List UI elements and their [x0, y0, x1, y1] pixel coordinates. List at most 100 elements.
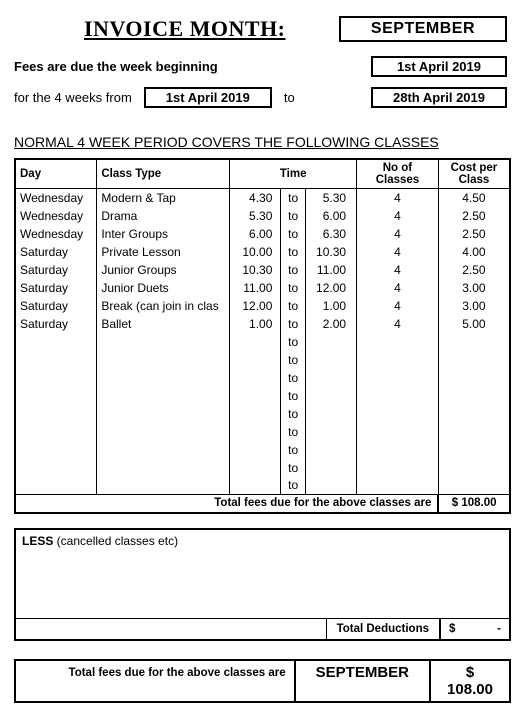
cell-time-start: 5.30 [230, 207, 281, 225]
cell-cost: 3.00 [438, 279, 510, 297]
table-row-empty: to [15, 441, 510, 459]
cell-to: to [281, 387, 306, 405]
deductions-row: Total Deductions $ - [16, 618, 509, 639]
cell-to: to [281, 405, 306, 423]
table-row-empty: to [15, 405, 510, 423]
cell-time-start: 11.00 [230, 279, 281, 297]
table-row: WednesdayModern & Tap4.30to5.3044.50 [15, 189, 510, 207]
invoice-month-value: SEPTEMBER [339, 16, 507, 42]
cell-day: Saturday [15, 279, 97, 297]
cell-to: to [281, 459, 306, 477]
cell-to: to [281, 351, 306, 369]
table-row-empty: to [15, 477, 510, 495]
table-row-empty: to [15, 369, 510, 387]
cell-day: Saturday [15, 315, 97, 333]
less-header: LESS (cancelled classes etc) [22, 534, 503, 548]
cell-day: Saturday [15, 297, 97, 315]
cell-to: to [281, 261, 306, 279]
col-no-classes: No of Classes [357, 159, 439, 189]
table-row-empty: to [15, 387, 510, 405]
final-row: Total fees due for the above classes are… [14, 659, 511, 703]
col-time: Time [230, 159, 357, 189]
cell-day: Saturday [15, 243, 97, 261]
from-date: 1st April 2019 [144, 87, 272, 108]
cell-cost: 4.00 [438, 243, 510, 261]
cell-time-start: 1.00 [230, 315, 281, 333]
table-row-empty: to [15, 351, 510, 369]
cell-type: Private Lesson [97, 243, 230, 261]
cell-cost: 5.00 [438, 315, 510, 333]
cell-to: to [281, 207, 306, 225]
cell-num: 4 [357, 225, 439, 243]
cell-cost: 2.50 [438, 225, 510, 243]
section-heading: NORMAL 4 WEEK PERIOD COVERS THE FOLLOWIN… [14, 134, 511, 150]
cell-num: 4 [357, 279, 439, 297]
less-body [22, 548, 503, 618]
classes-table: Day Class Type Time No of Classes Cost p… [14, 158, 511, 514]
cell-to: to [281, 189, 306, 207]
cell-num: 4 [357, 297, 439, 315]
cell-to: to [281, 297, 306, 315]
cell-type: Inter Groups [97, 225, 230, 243]
cell-to: to [281, 315, 306, 333]
cell-time-end: 11.00 [305, 261, 356, 279]
deductions-label: Total Deductions [326, 619, 439, 639]
cell-type: Modern & Tap [97, 189, 230, 207]
cell-to: to [281, 333, 306, 351]
cell-time-start: 10.00 [230, 243, 281, 261]
cell-to: to [281, 369, 306, 387]
due-date: 1st April 2019 [371, 56, 507, 77]
cell-time-end: 5.30 [305, 189, 356, 207]
cell-num: 4 [357, 315, 439, 333]
final-month: SEPTEMBER [294, 661, 429, 701]
table-row-empty: to [15, 333, 510, 351]
cell-num: 4 [357, 189, 439, 207]
cell-time-end: 10.30 [305, 243, 356, 261]
header-row: INVOICE MONTH: SEPTEMBER [14, 16, 511, 42]
cell-cost: 3.00 [438, 297, 510, 315]
cell-time-end: 6.00 [305, 207, 356, 225]
table-row: WednesdayInter Groups6.00to6.3042.50 [15, 225, 510, 243]
table-row: SaturdayBallet1.00to2.0045.00 [15, 315, 510, 333]
total-above-value: $ 108.00 [438, 495, 510, 513]
cell-time-end: 2.00 [305, 315, 356, 333]
deductions-value: $ - [439, 619, 509, 639]
table-row: SaturdayJunior Groups10.30to11.0042.50 [15, 261, 510, 279]
cell-time-start: 6.00 [230, 225, 281, 243]
less-box: LESS (cancelled classes etc) Total Deduc… [14, 528, 511, 641]
cell-num: 4 [357, 261, 439, 279]
cell-type: Drama [97, 207, 230, 225]
to-date: 28th April 2019 [371, 87, 507, 108]
cell-to: to [281, 225, 306, 243]
cell-to: to [281, 243, 306, 261]
cell-cost: 2.50 [438, 207, 510, 225]
cell-day: Wednesday [15, 225, 97, 243]
table-row-empty: to [15, 459, 510, 477]
cell-cost: 2.50 [438, 261, 510, 279]
to-label: to [284, 90, 295, 105]
cell-time-start: 10.30 [230, 261, 281, 279]
less-label-bold: LESS [22, 534, 53, 548]
table-row: WednesdayDrama5.30to6.0042.50 [15, 207, 510, 225]
cell-time-end: 12.00 [305, 279, 356, 297]
invoice-month-label: INVOICE MONTH: [84, 16, 286, 42]
due-row: Fees are due the week beginning 1st Apri… [14, 56, 511, 77]
cell-type: Ballet [97, 315, 230, 333]
cell-to: to [281, 423, 306, 441]
cell-time-end: 6.30 [305, 225, 356, 243]
table-row: SaturdayBreak (can join in clas12.00to1.… [15, 297, 510, 315]
cell-day: Wednesday [15, 189, 97, 207]
from-label: for the 4 weeks from [14, 90, 132, 105]
cell-num: 4 [357, 207, 439, 225]
cell-type: Junior Groups [97, 261, 230, 279]
cell-type: Break (can join in clas [97, 297, 230, 315]
cell-type: Junior Duets [97, 279, 230, 297]
table-row-empty: to [15, 423, 510, 441]
table-row: SaturdayJunior Duets11.00to12.0043.00 [15, 279, 510, 297]
col-day: Day [15, 159, 97, 189]
due-label: Fees are due the week beginning [14, 59, 218, 74]
cell-num: 4 [357, 243, 439, 261]
cell-time-start: 4.30 [230, 189, 281, 207]
table-row: SaturdayPrivate Lesson10.00to10.3044.00 [15, 243, 510, 261]
from-row: for the 4 weeks from 1st April 2019 to 2… [14, 87, 511, 108]
